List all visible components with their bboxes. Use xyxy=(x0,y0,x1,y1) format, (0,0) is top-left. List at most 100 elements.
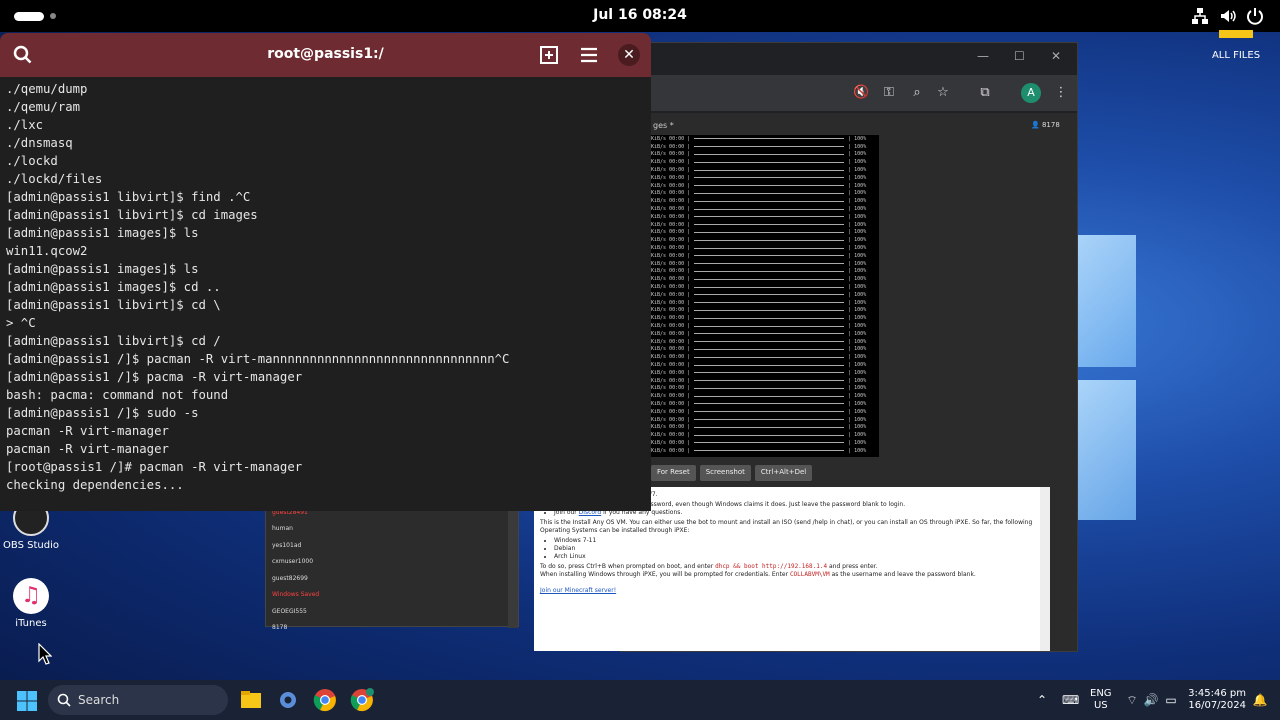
vm-console-text: | 100% xyxy=(848,206,867,213)
notification-bell-icon[interactable]: 🔔 xyxy=(1252,692,1268,708)
terminal-line: [admin@passis1 libvirt]$ cd images xyxy=(6,208,258,222)
vm-console-row: KiB/s 00:00 | | 100% xyxy=(651,229,879,237)
vm-console-bar xyxy=(694,138,845,140)
vm-console-text: | 100% xyxy=(848,135,867,142)
file-explorer-icon[interactable] xyxy=(239,688,263,712)
terminal-output[interactable]: ./qemu/dump ./qemu/ram ./lxc ./dnsmasq ./loc… xyxy=(6,80,646,494)
password-key-icon[interactable]: ⚿ xyxy=(881,85,897,101)
zoom-icon[interactable]: ⌕ xyxy=(909,85,925,101)
terminal-line: ./lockd/files xyxy=(6,172,103,186)
ctrl-alt-del-button[interactable]: Ctrl+Alt+Del xyxy=(754,465,813,481)
vm-console-text: | 100% xyxy=(848,268,867,275)
vm-console-bar xyxy=(694,356,845,358)
vm-console-row: KiB/s 00:00 | | 100% xyxy=(651,205,879,213)
extensions-icon[interactable]: ⧉ xyxy=(977,85,993,101)
language-indicator[interactable]: ENG US xyxy=(1090,688,1112,712)
vm-console-bar xyxy=(694,403,845,405)
chat-user-entry[interactable]: yes101ad xyxy=(266,538,518,555)
taskbar-clock[interactable]: 3:45:46 pm 16/07/2024 xyxy=(1176,688,1246,712)
vm-console-text: | 100% xyxy=(848,291,867,298)
vm-console-row: KiB/s 00:00 | | 100% xyxy=(651,143,879,151)
chrome-profile-icon[interactable] xyxy=(350,688,374,712)
bookmark-star-icon[interactable]: ☆ xyxy=(935,85,951,101)
settings-gear-icon[interactable] xyxy=(276,688,300,712)
vm-console-row: KiB/s 00:00 | | 100% xyxy=(651,322,879,330)
terminal-line: ./lxc xyxy=(6,118,44,132)
chat-user-entry[interactable]: human xyxy=(266,521,518,538)
chevron-up-icon[interactable]: ⌃ xyxy=(1034,692,1050,708)
chat-user-entry[interactable]: 8178 xyxy=(266,620,518,637)
vm-console-row: KiB/s 00:00 | | 100% xyxy=(651,182,879,190)
chat-user-entry[interactable]: GEOEGI555 xyxy=(266,604,518,621)
keyboard-icon[interactable]: ⌨ xyxy=(1062,692,1079,708)
wifi-icon[interactable]: ⌔ xyxy=(1124,692,1140,708)
chat-user-entry[interactable]: cxmuser1000 xyxy=(266,554,518,571)
vm-console-text: KiB/s 00:00 | xyxy=(651,135,691,142)
vm-console-text: | 100% xyxy=(848,190,867,197)
rules-scrollbar[interactable] xyxy=(1040,487,1050,651)
top-bar: Jul 16 08:24 xyxy=(0,0,1280,32)
profile-avatar[interactable]: A xyxy=(1021,83,1041,103)
vm-console-text: KiB/s 00:00 | xyxy=(651,206,691,213)
vm-console-text: KiB/s 00:00 | xyxy=(651,416,691,423)
chat-username: yes101ad xyxy=(272,541,302,549)
vm-console-bar xyxy=(694,294,845,296)
desktop-icon-itunes[interactable]: ♫ iTunes xyxy=(1,578,61,629)
vm-console-text: KiB/s 00:00 | xyxy=(651,291,691,298)
power-icon[interactable] xyxy=(1245,6,1265,26)
vote-reset-button[interactable]: For Reset xyxy=(651,465,696,481)
clock-date: 16/07/2024 xyxy=(1188,700,1246,711)
maximize-icon[interactable]: ☐ xyxy=(1014,49,1025,63)
vm-console-row: KiB/s 00:00 | | 100% xyxy=(651,283,879,291)
windows-start-icon[interactable] xyxy=(16,690,38,712)
vm-console-row: KiB/s 00:00 | | 100% xyxy=(651,197,879,205)
vm-console-text: KiB/s 00:00 | xyxy=(651,330,691,337)
minimize-icon[interactable]: — xyxy=(977,49,989,63)
search-label: Search xyxy=(78,693,120,707)
network-icon[interactable] xyxy=(1190,6,1210,26)
vm-console-text: KiB/s 00:00 | xyxy=(651,424,691,431)
vm-console-text: | 100% xyxy=(848,416,867,423)
taskbar-search[interactable]: Search xyxy=(48,685,228,715)
windows-taskbar: Search ⌃ ⌨ ENG US ⌔ 🔊 ▭ 3:45:46 pm 16/07… xyxy=(0,680,1280,720)
terminal-line: [admin@passis1 images]$ ls xyxy=(6,262,199,276)
vm-console-text: KiB/s 00:00 | xyxy=(651,432,691,439)
hamburger-menu-icon[interactable] xyxy=(578,44,600,66)
vm-console-text: | 100% xyxy=(848,424,867,431)
rules-text: as the username and leave the password b… xyxy=(829,571,976,578)
vm-screen[interactable]: KiB/s 00:00 | | 100% KiB/s 00:00 | | 100% Ki… xyxy=(651,135,879,457)
vm-tab-label[interactable]: ges * xyxy=(653,121,674,130)
close-icon[interactable]: ✕ xyxy=(1051,49,1061,63)
close-icon[interactable]: ✕ xyxy=(618,44,640,66)
new-tab-icon[interactable] xyxy=(538,44,560,66)
region-label: US xyxy=(1093,700,1108,711)
wallpaper-pane xyxy=(1078,380,1136,520)
vm-console-text: KiB/s 00:00 | xyxy=(651,338,691,345)
screenshot-button[interactable]: Screenshot xyxy=(699,465,751,481)
vm-console-text: KiB/s 00:00 | xyxy=(651,237,691,244)
media-muted-icon[interactable]: 🔇 xyxy=(853,85,869,101)
kebab-menu-icon[interactable]: ⋮ xyxy=(1053,85,1069,101)
vm-console-bar xyxy=(694,270,845,272)
vm-console-bar xyxy=(694,216,845,218)
vm-console-text: | 100% xyxy=(848,182,867,189)
minecraft-link[interactable]: Join our Minecraft server! xyxy=(540,587,616,594)
language-label: ENG xyxy=(1090,688,1112,699)
browser-toolbar: 🔇 ⚿ ⌕ ☆ ⧉ A ⋮ xyxy=(621,75,1077,111)
vm-console-row: KiB/s 00:00 | | 100% xyxy=(651,158,879,166)
chat-user-entry[interactable]: Windows Saved xyxy=(266,587,518,604)
terminal-line: pacman -R virt-manager xyxy=(6,442,169,456)
vm-console-text: KiB/s 00:00 | xyxy=(651,284,691,291)
vm-console-row: KiB/s 00:00 | | 100% xyxy=(651,377,879,385)
chat-user-entry[interactable]: guest82699 xyxy=(266,571,518,588)
vm-console-text: KiB/s 00:00 | xyxy=(651,276,691,283)
top-bar-clock[interactable]: Jul 16 08:24 xyxy=(0,7,1280,23)
vm-console-text: | 100% xyxy=(848,385,867,392)
volume-icon[interactable] xyxy=(1218,6,1238,26)
all-files-shortcut[interactable]: ALL FILES xyxy=(1206,30,1266,61)
vm-console-row: KiB/s 00:00 | | 100% xyxy=(651,221,879,229)
vm-console-text: | 100% xyxy=(848,229,867,236)
rules-text: and press enter. xyxy=(827,563,878,570)
chrome-icon[interactable] xyxy=(313,688,337,712)
speaker-icon[interactable]: 🔊 xyxy=(1143,692,1159,708)
